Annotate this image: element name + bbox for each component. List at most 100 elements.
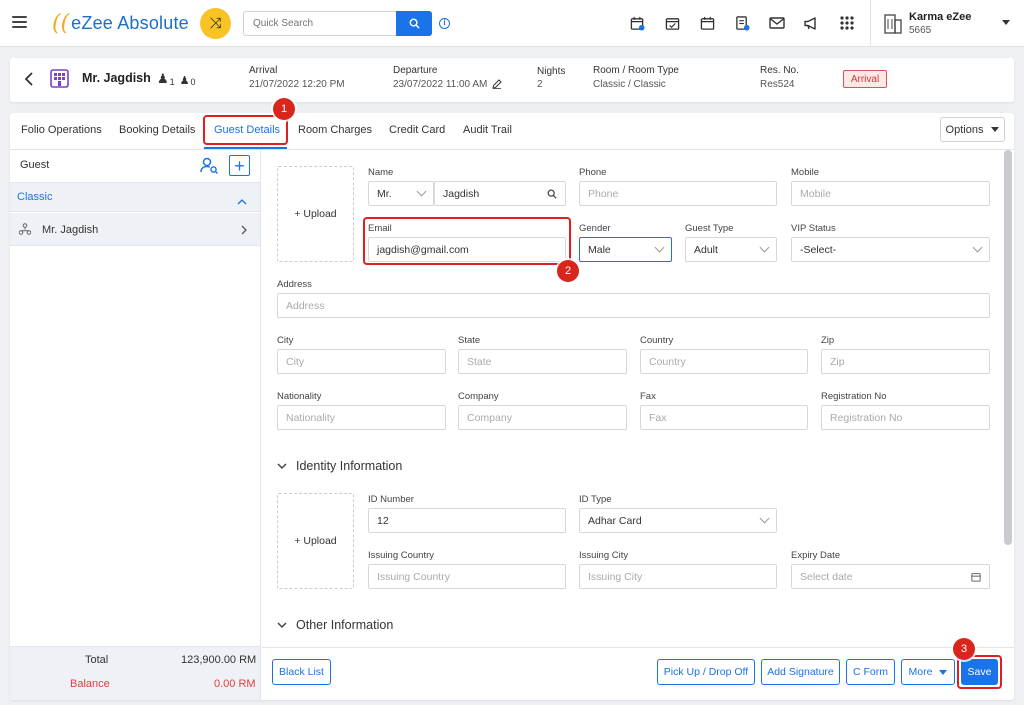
- child-icon: ♟: [179, 75, 190, 87]
- chevron-down-icon[interactable]: [277, 620, 287, 632]
- departure-label: Departure: [393, 65, 438, 76]
- phone-placeholder: Phone: [588, 187, 619, 200]
- zip-field[interactable]: Zip: [821, 349, 990, 374]
- id-upload[interactable]: + Upload: [277, 493, 354, 589]
- photo-upload[interactable]: + Upload: [277, 166, 354, 262]
- chevron-down-icon: [654, 242, 665, 253]
- issuing-country-placeholder: Issuing Country: [377, 570, 450, 583]
- step-highlight-1: [203, 115, 288, 145]
- total-label: Total: [85, 654, 109, 666]
- caret-down-icon: [939, 669, 948, 675]
- zip-placeholder: Zip: [830, 355, 845, 368]
- company-field[interactable]: Company: [458, 405, 627, 430]
- brand-name: eZee Absolute: [71, 12, 189, 33]
- gender-select[interactable]: Male: [579, 237, 672, 262]
- children-count: 0: [190, 77, 196, 87]
- add-guest-button[interactable]: +: [229, 155, 250, 176]
- calendar-add-icon[interactable]: [628, 14, 646, 32]
- step-highlight-3: [957, 655, 1002, 689]
- chevron-down-icon: [759, 242, 770, 253]
- state-placeholder: State: [467, 355, 492, 368]
- blacklist-button[interactable]: Black List: [272, 659, 331, 685]
- caret-down-icon: [991, 127, 1000, 132]
- c-form-button[interactable]: C Form: [846, 659, 895, 685]
- chevron-right-icon[interactable]: [241, 225, 247, 238]
- nationality-placeholder: Nationality: [286, 411, 336, 424]
- city-field[interactable]: City: [277, 349, 446, 374]
- calendar-check-icon[interactable]: [663, 14, 681, 32]
- gender-label: Gender: [579, 223, 611, 234]
- name-field[interactable]: Jagdish: [434, 181, 566, 206]
- address-label: Address: [277, 279, 312, 290]
- scrollbar[interactable]: [1004, 150, 1012, 545]
- tab-booking-details[interactable]: Booking Details: [119, 124, 195, 136]
- menu-icon[interactable]: [12, 16, 27, 28]
- phone-field[interactable]: Phone: [579, 181, 777, 206]
- mail-icon[interactable]: [768, 14, 786, 32]
- issuing-country-field[interactable]: Issuing Country: [368, 564, 566, 589]
- user-search-icon[interactable]: [200, 156, 219, 178]
- caret-down-icon[interactable]: [1002, 20, 1010, 25]
- apps-grid-icon[interactable]: [838, 14, 856, 32]
- tab-credit-card[interactable]: Credit Card: [389, 124, 445, 136]
- expiry-date-field[interactable]: Select date: [791, 564, 990, 589]
- chevron-up-icon[interactable]: [237, 196, 247, 208]
- chevron-down-icon[interactable]: [277, 461, 287, 473]
- state-field[interactable]: State: [458, 349, 627, 374]
- nationality-field[interactable]: Nationality: [277, 405, 446, 430]
- user-name: Karma eZee: [909, 11, 972, 23]
- zip-label: Zip: [821, 335, 835, 346]
- regno-label: Registration No: [821, 391, 887, 402]
- info-icon[interactable]: i: [439, 18, 450, 29]
- country-label: Country: [640, 335, 674, 346]
- more-button[interactable]: More: [901, 659, 955, 685]
- search-icon: [409, 18, 420, 29]
- guest-type-select[interactable]: Adult: [685, 237, 777, 262]
- guest-name: Mr. Jagdish: [82, 71, 151, 85]
- issuing-city-field[interactable]: Issuing City: [579, 564, 777, 589]
- other-section-title[interactable]: Other Information: [296, 618, 393, 632]
- search-input[interactable]: [243, 11, 396, 36]
- mobile-label: Mobile: [791, 167, 819, 178]
- salutation-select[interactable]: Mr.: [368, 181, 434, 206]
- tab-folio-operations[interactable]: Folio Operations: [21, 124, 102, 136]
- nights-label: Nights: [537, 66, 566, 77]
- regno-field[interactable]: Registration No: [821, 405, 990, 430]
- departure-value: 23/07/2022 11:00 AM: [393, 79, 488, 90]
- hotel-icon: [50, 69, 69, 91]
- tab-audit-trail[interactable]: Audit Trail: [463, 124, 512, 136]
- expiry-label: Expiry Date: [791, 550, 841, 561]
- id-type-select[interactable]: Adhar Card: [579, 508, 777, 533]
- step-badge-1: 1: [273, 98, 295, 120]
- tab-room-charges[interactable]: Room Charges: [298, 124, 372, 136]
- pax-count: ♟ 1 ♟ 0: [157, 71, 196, 87]
- pickup-dropoff-button[interactable]: Pick Up / Drop Off: [657, 659, 755, 685]
- options-label: Options: [945, 123, 984, 136]
- add-signature-button[interactable]: Add Signature: [761, 659, 840, 685]
- step-badge-2: 2: [557, 260, 579, 282]
- name-label: Name: [368, 167, 394, 178]
- options-dropdown[interactable]: Options: [940, 117, 1005, 142]
- identity-section-title[interactable]: Identity Information: [296, 459, 402, 473]
- vip-select[interactable]: -Select-: [791, 237, 990, 262]
- edit-icon[interactable]: [492, 79, 502, 92]
- company-placeholder: Company: [467, 411, 512, 424]
- fax-field[interactable]: Fax: [640, 405, 808, 430]
- mobile-field[interactable]: Mobile: [791, 181, 990, 206]
- arrival-value: 21/07/2022 12:20 PM: [249, 79, 345, 90]
- room-value: Classic / Classic: [593, 79, 666, 90]
- id-number-field[interactable]: 12: [368, 508, 566, 533]
- country-field[interactable]: Country: [640, 349, 808, 374]
- group-icon: [18, 223, 32, 238]
- search-button[interactable]: [396, 11, 432, 36]
- app-logo[interactable]: (( eZee Absolute: [52, 10, 189, 36]
- back-arrow-icon[interactable]: [24, 72, 34, 89]
- regno-placeholder: Registration No: [830, 411, 903, 424]
- megaphone-icon[interactable]: [802, 14, 820, 32]
- fax-placeholder: Fax: [649, 411, 667, 424]
- shuffle-icon[interactable]: ⤨: [200, 8, 231, 39]
- calendar-icon[interactable]: [698, 14, 716, 32]
- address-field[interactable]: Address: [277, 293, 990, 318]
- footer-divider: [262, 647, 1014, 648]
- invoice-icon[interactable]: [733, 14, 751, 32]
